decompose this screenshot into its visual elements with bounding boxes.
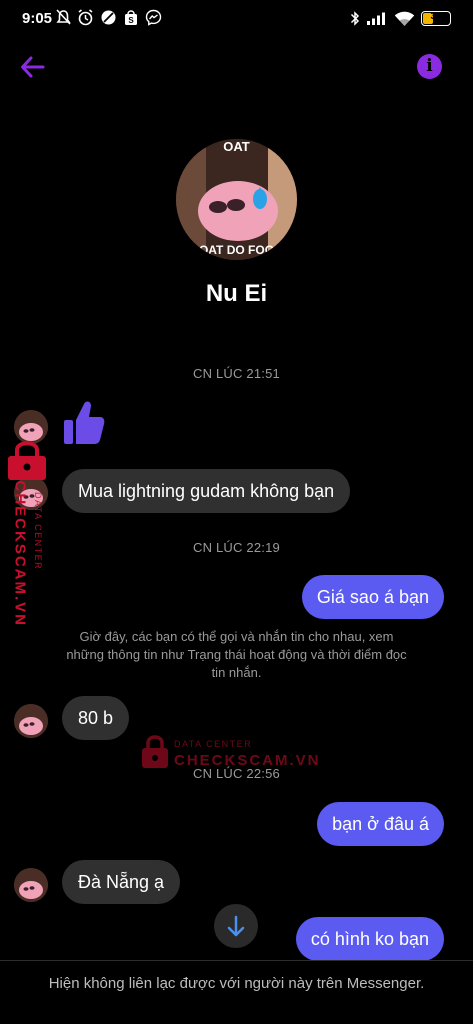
lock-icon [142,735,168,768]
status-right-icons: 36 [350,10,451,27]
outgoing-message-bubble[interactable]: bạn ở đâu á [317,802,444,846]
contact-avatar[interactable] [14,868,48,902]
lock-icon [8,441,46,480]
contact-avatar[interactable] [14,704,48,738]
battery-level-text: 36 [430,11,442,22]
system-note: Giờ đây, các bạn có thể gọi và nhắn tin … [66,629,407,680]
contact-avatar-image [14,704,48,738]
info-button[interactable]: i [417,54,442,79]
watermark-center-tagline: DATA CENTER [174,739,253,749]
incoming-message-bubble[interactable]: Mua lightning gudam không bạn [62,469,351,513]
profile-avatar-image [176,139,297,260]
thumbs-up-icon [64,401,105,444]
profile-avatar[interactable]: OAT OAT DO FOO [176,139,297,260]
bluetooth-icon [350,11,360,26]
arrow-left-icon [21,56,45,78]
contact-name[interactable]: Nu Ei [0,280,473,308]
outgoing-message-bubble[interactable]: Giá sao á bạn [301,575,444,619]
info-icon: i [426,56,433,76]
status-bar: 9:05 S 36 [0,0,473,40]
timestamp: CN LÚC 21:51 [193,366,280,381]
messenger-icon [145,9,162,26]
contact-avatar-image [14,410,48,444]
footer-divider [0,960,473,961]
timestamp: CN LÚC 22:19 [193,540,280,555]
unreachable-notice: Hiện không liên lạc được với người này t… [48,975,425,992]
status-notification-icons: S [56,9,162,26]
watermark-brand: CHECKSCAM.VN [11,480,29,628]
scroll-to-bottom-button[interactable] [214,904,258,948]
alarm-clock-icon [78,9,93,26]
outgoing-message-bubble[interactable]: có hình ko bạn [295,917,444,961]
arrow-down-icon [227,915,245,937]
avatar-caption-bottom: OAT DO FOO [198,243,275,257]
mute-bell-icon [56,9,71,25]
watermark-center-brand: CHECKSCAM.VN [174,752,321,769]
wifi-icon [394,11,415,26]
shopping-bag-icon: S [125,10,137,25]
data-saver-icon [101,10,116,25]
watermark-center: DATA CENTER CHECKSCAM.VN [140,734,319,775]
back-button[interactable] [18,54,48,80]
battery-icon: 36 [421,11,451,26]
contact-avatar-image [14,868,48,902]
contact-avatar[interactable] [14,410,48,444]
like-message[interactable] [62,400,106,451]
svg-text:S: S [128,16,134,25]
watermark-tagline: DATA CENTER [33,492,43,571]
incoming-message-bubble[interactable]: 80 b [62,696,130,740]
status-time: 9:05 [22,10,53,27]
incoming-message-bubble[interactable]: Đà Nẵng ạ [62,860,181,904]
avatar-caption-top: OAT [223,139,250,154]
signal-icon [367,12,385,25]
